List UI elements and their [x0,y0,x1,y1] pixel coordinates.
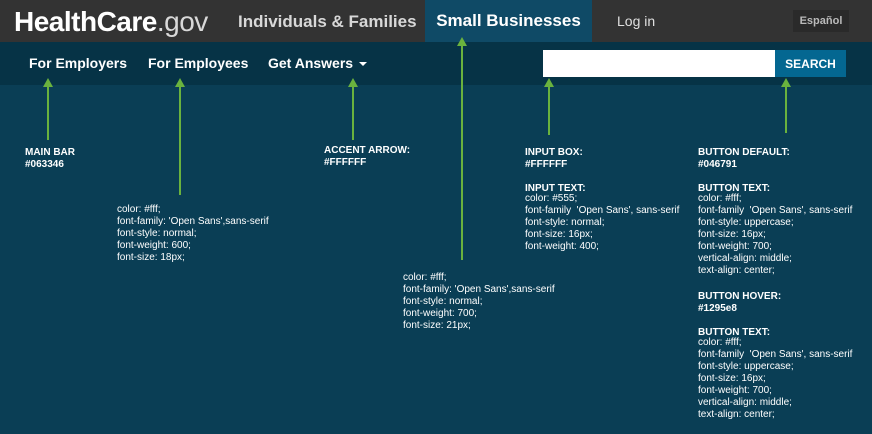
tab-small-businesses[interactable]: Small Businesses [425,0,592,42]
arrow-up-icon [175,78,185,87]
logo-suffix: .gov [156,6,208,37]
arrow-up-icon [781,78,791,87]
annotation-tab-text: color: #fff; font-family: 'Open Sans',sa… [403,272,555,331]
nav-for-employees[interactable]: For Employees [148,55,248,71]
logo-bold: HealthCare [14,6,157,37]
search-input[interactable] [543,50,775,77]
arrow-up-icon [544,78,554,87]
arrow-line-accent [352,86,354,140]
annotation-button-default-head: BUTTON DEFAULT: #046791 BUTTON TEXT: [698,147,790,194]
arrow-line-main-bar [47,86,49,140]
healthcare-gov-logo[interactable]: HealthCare.gov [14,6,208,38]
annotation-button-hover-head: BUTTON HOVER: #1295e8 BUTTON TEXT: [698,291,782,338]
arrow-line-input [548,86,550,135]
arrow-line-button [785,86,787,133]
nav-get-answers-label: Get Answers [268,55,354,71]
tab-individuals-families[interactable]: Individuals & Families [238,12,417,32]
caret-down-icon [359,62,368,67]
login-link[interactable]: Log in [617,13,655,29]
annotation-main-bar: MAIN BAR #063346 [25,147,75,170]
arrow-up-icon [348,78,358,87]
nav-for-employers[interactable]: For Employers [29,55,127,71]
annotation-button-default-body: color: #fff; font-family 'Open Sans', sa… [698,193,853,276]
annotation-button-hover-body: color: #fff; font-family 'Open Sans', sa… [698,337,853,420]
language-button[interactable]: Español [793,10,849,32]
annotation-input-head: INPUT BOX: #FFFFFF INPUT TEXT: [525,147,586,194]
arrow-line-tab-text [461,44,463,260]
arrow-up-icon [43,78,53,87]
annotation-input-body: color: #555; font-family 'Open Sans', sa… [525,193,680,252]
search-button[interactable]: SEARCH [775,50,846,77]
annotation-nav-text: color: #fff; font-family: 'Open Sans',sa… [117,204,269,263]
arrow-up-icon [457,37,467,46]
nav-get-answers[interactable]: Get Answers [268,55,368,71]
arrow-line-nav-text [179,86,181,195]
annotation-accent-arrow: ACCENT ARROW: #FFFFFF [324,145,411,168]
